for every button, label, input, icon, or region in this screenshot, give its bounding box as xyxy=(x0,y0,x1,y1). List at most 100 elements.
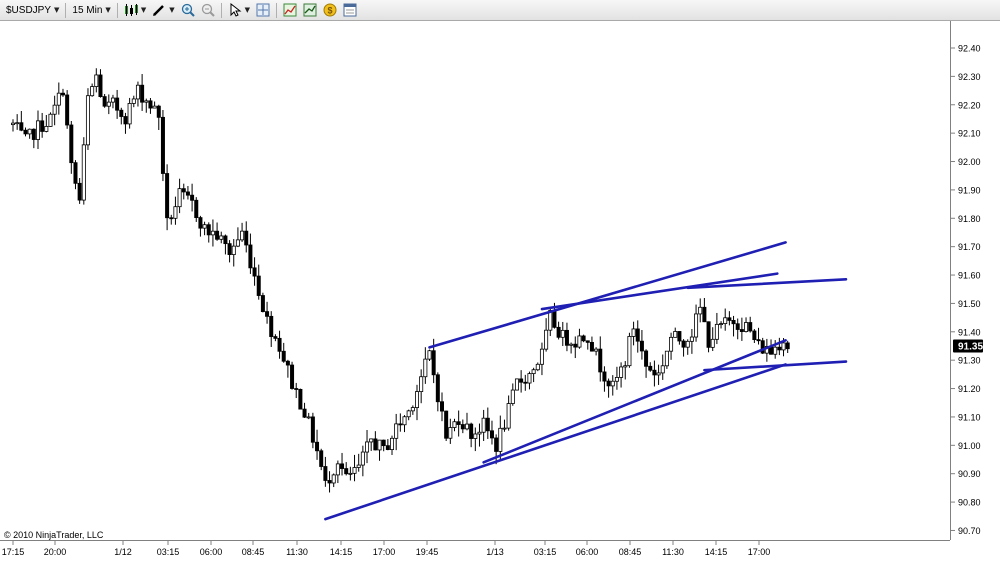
properties-button[interactable] xyxy=(340,2,360,19)
candle-bearish xyxy=(702,306,707,323)
candle-bearish xyxy=(756,339,761,342)
candle-bearish xyxy=(381,439,386,447)
candle-bullish xyxy=(410,407,415,412)
candle-bullish xyxy=(781,342,786,351)
candle-bearish xyxy=(227,243,232,255)
candle-bearish xyxy=(639,340,644,352)
candle-bullish xyxy=(348,472,353,475)
candle-bearish xyxy=(323,466,328,481)
x-tick-label: 1/12 xyxy=(114,547,132,557)
indicators-button[interactable] xyxy=(280,2,300,19)
candle-bullish xyxy=(577,335,582,348)
candle-bearish xyxy=(119,109,124,117)
candle-bullish xyxy=(539,348,544,365)
chart-toolbar: $USDJPY ▼ 15 Min ▼ ▼ ▼ ▼ $ xyxy=(0,0,1000,21)
candle-bearish xyxy=(123,116,128,125)
candle-bullish xyxy=(710,338,715,348)
candle-bullish xyxy=(240,230,245,241)
cursor-button[interactable]: ▼ xyxy=(225,2,253,19)
y-tick-label: 91.20 xyxy=(958,384,981,394)
candle-bearish xyxy=(564,329,569,346)
candle-bearish xyxy=(302,408,307,418)
y-tick-label: 91.40 xyxy=(958,327,981,337)
candle-bearish xyxy=(194,199,199,218)
chart-style-button[interactable]: ▼ xyxy=(121,2,149,19)
coin-icon: $ xyxy=(323,3,337,17)
candle-bearish xyxy=(281,350,286,362)
candle-bullish xyxy=(235,239,240,247)
last-price-marker: 91.35 xyxy=(953,339,983,353)
trend-chart-icon xyxy=(303,3,317,17)
candle-bearish xyxy=(785,342,790,350)
candle-bearish xyxy=(727,317,732,321)
candle-bullish xyxy=(664,350,669,367)
candle-bullish xyxy=(506,403,511,429)
candle-bearish xyxy=(310,416,315,443)
candle-bullish xyxy=(631,328,636,337)
candle-bearish xyxy=(677,331,682,342)
candle-bearish xyxy=(198,217,203,229)
candle-bearish xyxy=(102,96,107,107)
zoom-in-button[interactable] xyxy=(178,2,198,19)
candle-bearish xyxy=(644,350,649,367)
candle-bearish xyxy=(489,430,494,439)
candle-bullish xyxy=(744,322,749,332)
x-tick-label: 14:15 xyxy=(330,547,353,557)
candle-bullish xyxy=(535,363,540,371)
candle-bearish xyxy=(169,217,174,220)
x-tick-label: 06:00 xyxy=(576,547,599,557)
candle-bearish xyxy=(752,330,757,341)
candle-bearish xyxy=(373,438,378,451)
y-tick-label: 90.80 xyxy=(958,498,981,508)
candle-bullish xyxy=(627,336,632,367)
candle-bearish xyxy=(319,450,324,467)
candle-bullish xyxy=(231,245,236,255)
candlestick-icon xyxy=(124,4,138,16)
candle-bullish xyxy=(669,336,674,352)
strategies-button[interactable] xyxy=(300,2,320,19)
candle-bullish xyxy=(723,317,728,325)
candle-bearish xyxy=(65,94,70,126)
y-tick-label: 91.60 xyxy=(958,271,981,281)
candle-bearish xyxy=(385,445,390,450)
candle-bearish xyxy=(460,424,465,430)
y-tick-label: 92.10 xyxy=(958,129,981,139)
y-tick-label: 91.50 xyxy=(958,299,981,309)
candle-bearish xyxy=(439,401,444,412)
candle-bearish xyxy=(739,329,744,332)
instrument-label: $USDJPY xyxy=(6,4,52,16)
properties-window-icon xyxy=(343,3,357,17)
crosshair-button[interactable] xyxy=(253,2,273,19)
candle-bullish xyxy=(135,84,140,100)
candle-bearish xyxy=(735,323,740,330)
candle-bullish xyxy=(390,437,395,450)
candle-bullish xyxy=(527,373,532,384)
y-tick-label: 92.40 xyxy=(958,44,981,54)
candle-bullish xyxy=(394,423,399,439)
price-chart[interactable]: 92.40 92.30 92.20 92.10 92.00 91.90 91.80 91.70… xyxy=(0,21,1000,562)
candle-bullish xyxy=(531,369,536,375)
candle-bearish xyxy=(315,441,320,452)
drawing-tools-button[interactable]: ▼ xyxy=(149,2,177,19)
candle-bullish xyxy=(685,340,690,348)
instrument-selector[interactable]: $USDJPY ▼ xyxy=(3,2,62,19)
zoom-out-button[interactable] xyxy=(198,2,218,19)
y-tick-label: 91.00 xyxy=(958,441,981,451)
interval-selector[interactable]: 15 Min ▼ xyxy=(69,2,113,19)
candle-bearish xyxy=(277,337,282,352)
candle-bearish xyxy=(777,346,782,351)
candle-bullish xyxy=(356,464,361,468)
candle-bullish xyxy=(610,380,615,387)
candle-bearish xyxy=(256,275,261,296)
market-data-button[interactable]: $ xyxy=(320,2,340,19)
candle-bullish xyxy=(402,416,407,426)
candle-bullish xyxy=(473,433,478,439)
candle-bullish xyxy=(177,188,182,208)
candle-bullish xyxy=(35,120,40,140)
x-tick-label: 20:00 xyxy=(44,547,67,557)
chevron-down-icon: ▼ xyxy=(140,6,147,14)
candle-bearish xyxy=(31,128,36,140)
candle-bullish xyxy=(306,416,311,419)
candle-bearish xyxy=(294,388,299,390)
candle-bullish xyxy=(331,474,336,484)
